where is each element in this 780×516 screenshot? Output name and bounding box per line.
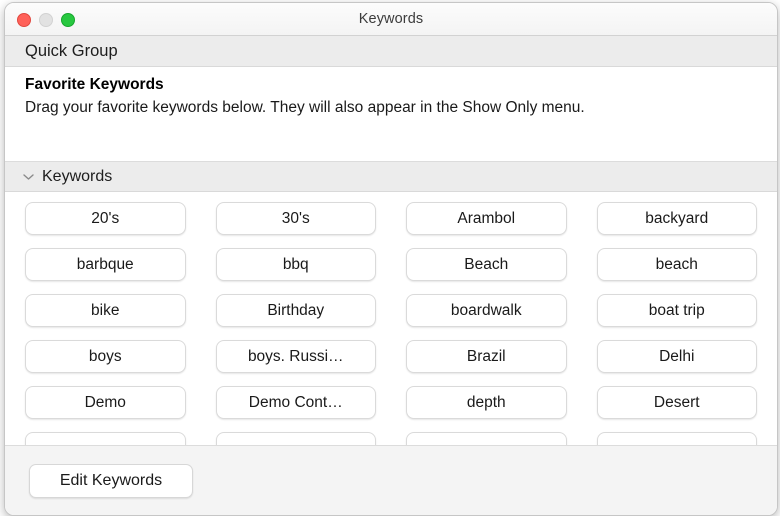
keyword-pill[interactable]: 30's — [216, 202, 377, 235]
minimize-button[interactable] — [39, 13, 53, 27]
keyword-pill[interactable]: Demo Cont… — [216, 386, 377, 419]
keyword-row: barbque bbq Beach beach — [25, 248, 757, 281]
keyword-pill[interactable]: Arambol — [406, 202, 567, 235]
keyword-pill[interactable]: barbque — [25, 248, 186, 281]
favorite-keywords-description: Drag your favorite keywords below. They … — [25, 97, 715, 119]
keyword-pill[interactable]: boys. Russi… — [216, 340, 377, 373]
keyword-pill[interactable]: Brazil — [406, 340, 567, 373]
keyword-pill[interactable] — [25, 432, 186, 445]
keyword-pill[interactable]: backyard — [597, 202, 758, 235]
keyword-list-scroll-area[interactable]: 20's 30's Arambol backyard barbque bbq B… — [5, 192, 777, 445]
keyword-pill[interactable]: Beach — [406, 248, 567, 281]
keywords-window: Keywords Quick Group Favorite Keywords D… — [4, 2, 778, 516]
keyword-pill[interactable]: Desert — [597, 386, 758, 419]
favorite-keywords-title: Favorite Keywords — [25, 76, 757, 94]
edit-keywords-button[interactable]: Edit Keywords — [29, 464, 193, 498]
keyword-pill[interactable] — [216, 432, 377, 445]
keyword-pill[interactable] — [406, 432, 567, 445]
keyword-pill[interactable] — [597, 432, 758, 445]
keyword-pill[interactable]: Birthday — [216, 294, 377, 327]
keywords-group-header[interactable]: Keywords — [5, 161, 777, 192]
favorite-keywords-section[interactable]: Favorite Keywords Drag your favorite key… — [5, 67, 777, 161]
close-button[interactable] — [17, 13, 31, 27]
title-bar: Keywords — [5, 3, 777, 36]
keyword-pill[interactable]: Delhi — [597, 340, 758, 373]
quick-group-label: Quick Group — [25, 42, 118, 61]
keyword-pill[interactable]: Demo — [25, 386, 186, 419]
keyword-pill[interactable]: 20's — [25, 202, 186, 235]
chevron-down-icon[interactable] — [21, 170, 35, 184]
keyword-pill[interactable]: boat trip — [597, 294, 758, 327]
window-controls — [17, 13, 75, 27]
keyword-pill[interactable]: depth — [406, 386, 567, 419]
keyword-pill[interactable]: boardwalk — [406, 294, 567, 327]
keyword-pill[interactable]: bbq — [216, 248, 377, 281]
bottom-toolbar: Edit Keywords — [5, 445, 777, 515]
keyword-pill[interactable]: bike — [25, 294, 186, 327]
keyword-pill[interactable]: beach — [597, 248, 758, 281]
keyword-pill[interactable]: boys — [25, 340, 186, 373]
keyword-row: Demo Demo Cont… depth Desert — [25, 386, 757, 419]
keyword-row: 20's 30's Arambol backyard — [25, 202, 757, 235]
keywords-group-label: Keywords — [42, 168, 112, 186]
quick-group-bar: Quick Group — [5, 36, 777, 67]
keyword-row-partial — [25, 432, 757, 445]
window-title: Keywords — [5, 11, 777, 27]
keyword-row: boys boys. Russi… Brazil Delhi — [25, 340, 757, 373]
keyword-row: bike Birthday boardwalk boat trip — [25, 294, 757, 327]
zoom-button[interactable] — [61, 13, 75, 27]
